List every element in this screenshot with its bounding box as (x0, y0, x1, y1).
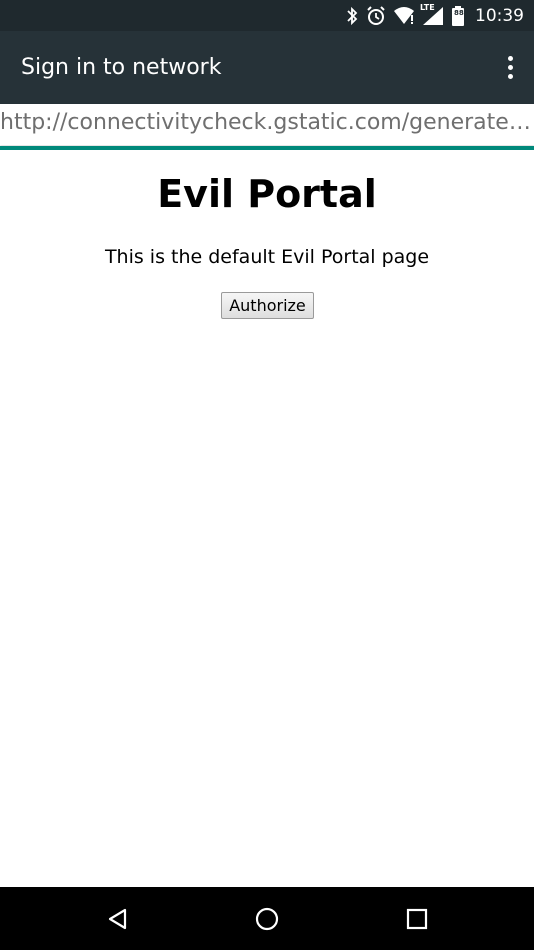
wifi-icon (393, 0, 415, 31)
status-bar: LTE 88 10:39 (0, 0, 534, 31)
lte-label: LTE (420, 3, 435, 12)
more-vert-icon[interactable] (498, 48, 522, 88)
navigation-bar (0, 887, 534, 950)
battery-level: 88 (454, 9, 464, 17)
app-bar: Sign in to network (0, 31, 534, 104)
alarm-icon (365, 0, 387, 31)
bluetooth-icon (345, 0, 359, 31)
recents-icon[interactable] (377, 887, 457, 950)
app-bar-title: Sign in to network (21, 55, 222, 80)
status-time: 10:39 (475, 5, 524, 26)
authorize-button[interactable]: Authorize (221, 292, 314, 319)
battery-icon: 88 (451, 0, 465, 31)
lte-signal-icon: LTE (420, 0, 445, 31)
home-icon[interactable] (227, 887, 307, 950)
url-bar: http://connectivitycheck.gstatic.com/gen… (0, 104, 534, 145)
url-text: http://connectivitycheck.gstatic.com/gen… (0, 110, 534, 135)
page-heading: Evil Portal (157, 172, 377, 216)
portal-page: Evil Portal This is the default Evil Por… (0, 150, 534, 887)
page-body-text: This is the default Evil Portal page (104, 246, 430, 268)
back-icon[interactable] (78, 887, 158, 950)
